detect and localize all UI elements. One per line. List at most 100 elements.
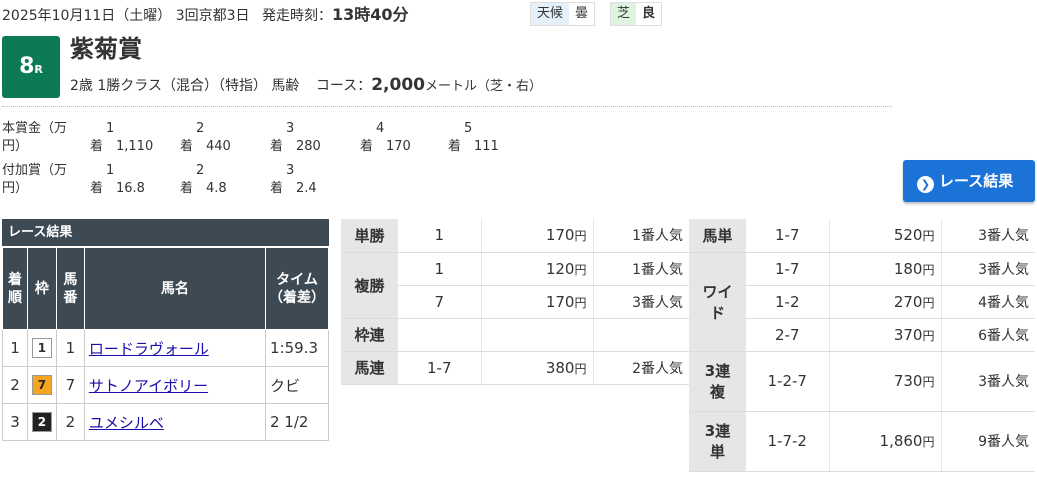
- race-date: 2025年10月11日（土曜） 3回京都3日: [2, 8, 250, 24]
- waku-cell: 1: [26, 329, 57, 367]
- track-box: 芝 良: [610, 2, 663, 26]
- prize-item: 2着 440: [180, 121, 231, 154]
- table-row: 2 7 7 サトノアイボリー クビ: [2, 366, 329, 404]
- popularity: 3番人気: [940, 219, 1035, 253]
- combination: 1-7: [746, 252, 829, 286]
- col-number: 馬番: [55, 247, 85, 330]
- combination: 1-2-7: [746, 351, 829, 412]
- popularity: 9番人気: [940, 411, 1035, 472]
- chevron-right-icon: ❯: [917, 176, 934, 193]
- popularity: 3番人気: [592, 285, 689, 319]
- payout-row: 3連複 1-2-7 730円 3番人気: [689, 351, 1035, 412]
- payout-amount: 170円: [480, 219, 593, 253]
- track-condition: 良: [642, 6, 656, 21]
- payout-amount: 380円: [480, 351, 593, 385]
- popularity: 1番人気: [592, 219, 689, 253]
- payout-row: ワイド 1-7 180円 3番人気: [689, 252, 1035, 352]
- horse-name-cell: ユメシルベ: [83, 403, 267, 441]
- combination: 1: [398, 252, 481, 286]
- payout-row: 3連単 1-7-2 1,860円 9番人気: [689, 411, 1035, 472]
- horse-name-link[interactable]: ユメシルベ: [89, 414, 164, 432]
- horse-number: 2: [55, 403, 85, 441]
- bet-type-label: 馬連: [341, 351, 398, 385]
- waku-badge: 7: [31, 375, 52, 395]
- payout-table-right: 馬単 1-7 520円 3番人気 ワイド 1-7 180円 3番人気 1-2 270円 4番人気 2-…: [689, 219, 1035, 472]
- horse-number: 1: [55, 329, 85, 367]
- col-time: タイム（着差）: [265, 247, 329, 330]
- waku-badge: 2: [31, 412, 52, 432]
- combination: 1-2: [746, 285, 829, 319]
- payout-row: 単勝 1 170円 1番人気: [341, 219, 689, 253]
- popularity: 3番人気: [940, 351, 1035, 412]
- payout-row: 複勝 1 120円 1番人気: [341, 252, 689, 319]
- combination: 1-7-2: [746, 411, 829, 472]
- race-conditions: 2歳 1勝クラス（混合）（特指） 馬齢 コース：2,000メートル（芝・右）: [70, 75, 542, 95]
- payout-amount: 270円: [828, 285, 941, 319]
- finish-time: 2 1/2: [265, 403, 329, 441]
- results-caption: レース結果: [2, 219, 329, 247]
- prize-item: 5着 111: [448, 121, 499, 154]
- col-position: 着順: [2, 247, 28, 330]
- combination: 2-7: [746, 318, 829, 352]
- prize-label: 本賞金（万 円）: [2, 121, 68, 154]
- prize-item: 1着 1,110: [90, 121, 154, 154]
- popularity: 3番人気: [940, 252, 1035, 286]
- payout-amount: 170円: [480, 285, 593, 319]
- payout-row: 馬連 1-7 380円 2番人気: [341, 351, 689, 385]
- payout-row: 枠連: [341, 318, 689, 352]
- popularity: 1番人気: [592, 252, 689, 286]
- race-number-badge: 8R: [2, 36, 60, 98]
- combination: 7: [398, 285, 481, 319]
- popularity: 2番人気: [592, 351, 689, 385]
- start-label: 発走時刻：: [261, 8, 332, 24]
- horse-name-link[interactable]: サトノアイボリー: [89, 377, 208, 395]
- race-date-line: 2025年10月11日（土曜） 3回京都3日 発走時刻：13時40分: [2, 4, 409, 26]
- prize-item: 4着 170: [360, 121, 411, 154]
- popularity: 4番人気: [940, 285, 1035, 319]
- waku-badge: 1: [31, 338, 52, 358]
- bet-type-label: 馬単: [689, 219, 746, 253]
- payout-amount: 120円: [480, 252, 593, 286]
- table-row: 3 2 2 ユメシルベ 2 1/2: [2, 403, 329, 441]
- weather-label: 天候: [531, 3, 570, 25]
- combination: 1-7: [398, 351, 481, 385]
- divider: [2, 106, 892, 107]
- race-name: 紫菊賞: [70, 35, 142, 63]
- bet-type-label: 3連複: [689, 351, 746, 412]
- race-distance: 2,000: [371, 75, 425, 95]
- finish-time: クビ: [265, 366, 329, 404]
- col-horse-name: 馬名: [83, 247, 267, 330]
- payout-amount: 370円: [828, 318, 941, 352]
- bet-type-label: ワイド: [689, 252, 746, 352]
- payout-amount: 730円: [828, 351, 941, 412]
- combination: 1: [398, 219, 481, 253]
- horse-number: 7: [55, 366, 85, 404]
- payout-table-left: 単勝 1 170円 1番人気 複勝 1 120円 1番人気 7 170円 3番人気 枠連 馬連 1-7 38…: [341, 219, 689, 385]
- payout-amount: 520円: [828, 219, 941, 253]
- weather-value: 曇: [575, 6, 589, 21]
- popularity: [592, 318, 689, 352]
- start-time: 13時40分: [331, 5, 409, 24]
- combination: 1-7: [746, 219, 829, 253]
- popularity: 6番人気: [940, 318, 1035, 352]
- payout-row: 馬単 1-7 520円 3番人気: [689, 219, 1035, 253]
- race-result-button[interactable]: ❯ レース結果: [903, 160, 1035, 202]
- bet-type-label: 枠連: [341, 318, 398, 352]
- added-prize-label: 付加賞（万 円）: [2, 163, 68, 196]
- bet-type-label: 3連単: [689, 411, 746, 472]
- horse-name-cell: サトノアイボリー: [83, 366, 267, 404]
- added-prize-item: 2着 4.8: [180, 163, 227, 196]
- horse-name-cell: ロードラヴォール: [83, 329, 267, 367]
- added-prize-item: 1着 16.8: [90, 163, 145, 196]
- finish-position: 2: [2, 366, 28, 404]
- bet-type-label: 複勝: [341, 252, 398, 319]
- horse-name-link[interactable]: ロードラヴォール: [89, 340, 209, 358]
- results-table: 着順 枠 馬番 馬名 タイム（着差） 1 1 1 ロードラヴォール 1:59.3 2 7 7 サ…: [2, 247, 329, 441]
- prize-item: 3着 280: [270, 121, 321, 154]
- bet-type-label: 単勝: [341, 219, 398, 253]
- finish-position: 1: [2, 329, 28, 367]
- combination: [398, 318, 481, 352]
- finish-position: 3: [2, 403, 28, 441]
- payout-amount: [480, 318, 593, 352]
- added-prize-item: 3着 2.4: [270, 163, 317, 196]
